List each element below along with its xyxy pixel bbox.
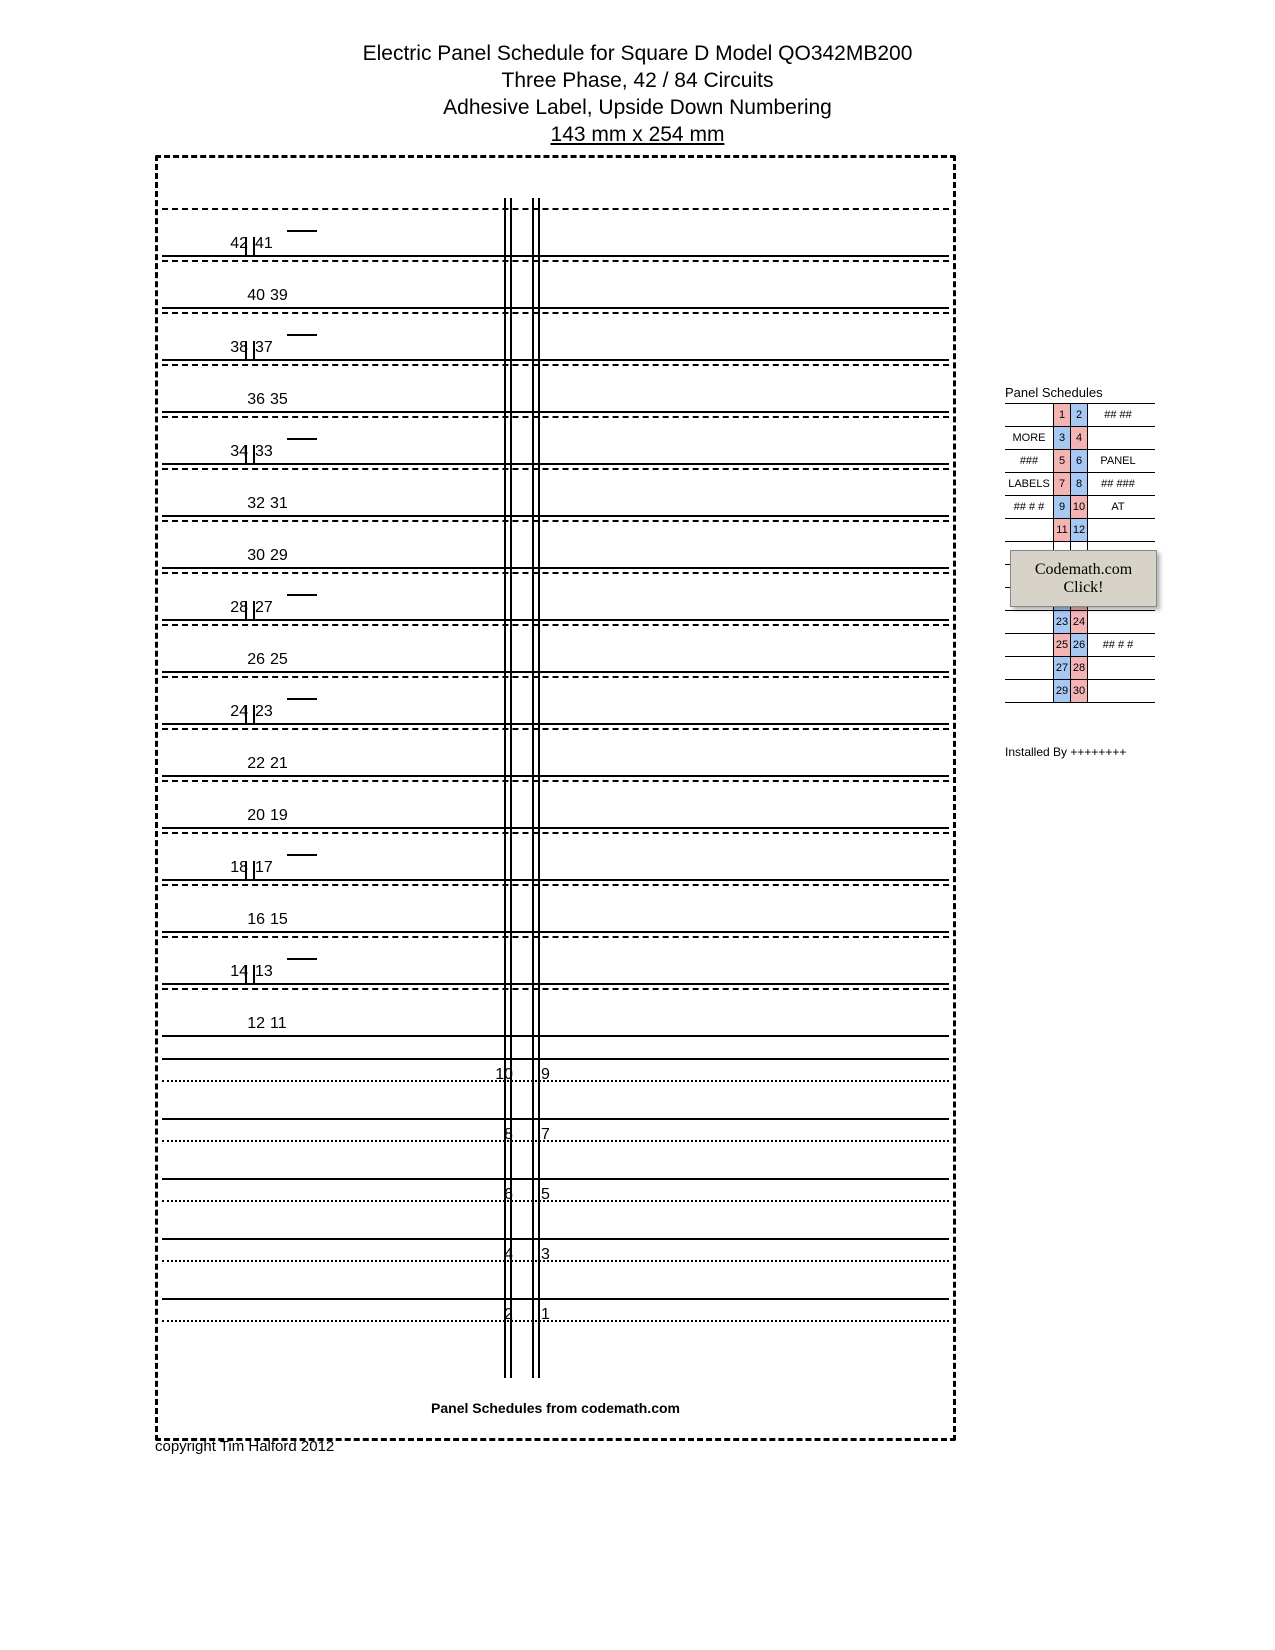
legend-row: 2728 bbox=[1005, 656, 1155, 679]
installed-by-text: Installed By ++++++++ bbox=[1005, 745, 1126, 759]
legend-cell bbox=[1088, 680, 1148, 702]
legend-row: 1112 bbox=[1005, 518, 1155, 541]
legend-cell: 2 bbox=[1071, 404, 1088, 426]
circuit-number: 9 bbox=[541, 1066, 569, 1084]
header-line1: Electric Panel Schedule for Square D Mod… bbox=[0, 40, 1275, 67]
legend-cell bbox=[1005, 519, 1054, 541]
circuit-row: 10 9 bbox=[162, 1038, 949, 1098]
legend-cell: 11 bbox=[1054, 519, 1071, 541]
legend-cell: ## # # bbox=[1088, 634, 1148, 656]
circuit-number: 3 bbox=[541, 1246, 569, 1264]
circuit-number: 7 bbox=[541, 1126, 569, 1144]
legend-cell: MORE bbox=[1005, 427, 1054, 449]
promo-line1: Codemath.com bbox=[1035, 561, 1132, 579]
legend-cell: 30 bbox=[1071, 680, 1088, 702]
legend-row: MORE34 bbox=[1005, 426, 1155, 449]
legend-cell: 5 bbox=[1054, 450, 1071, 472]
legend-row: 2930 bbox=[1005, 679, 1155, 703]
legend-cell: PANEL bbox=[1088, 450, 1148, 472]
legend-cell: 23 bbox=[1054, 611, 1071, 633]
label-footer: Panel Schedules from codemath.com bbox=[158, 1400, 953, 1416]
legend-cell: 12 bbox=[1071, 519, 1088, 541]
legend-cell: 3 bbox=[1054, 427, 1071, 449]
legend-row: 2526## # # bbox=[1005, 633, 1155, 656]
legend-cell: 24 bbox=[1071, 611, 1088, 633]
circuit-row: 87 bbox=[162, 1098, 949, 1158]
legend-cell: AT bbox=[1088, 496, 1148, 518]
circuit-number: 8 bbox=[485, 1126, 513, 1144]
circuit-number: 1 bbox=[541, 1306, 569, 1324]
legend-row: ## # #910AT bbox=[1005, 495, 1155, 518]
legend-row: 12## ## bbox=[1005, 403, 1155, 426]
legend-cell: ## # # bbox=[1005, 496, 1054, 518]
legend-cell: 25 bbox=[1054, 634, 1071, 656]
header-line4: 143 mm x 254 mm bbox=[0, 121, 1275, 148]
legend-cell bbox=[1088, 519, 1148, 541]
legend-row: LABELS78## ### bbox=[1005, 472, 1155, 495]
legend-cell: 6 bbox=[1071, 450, 1088, 472]
circuit-row: 12 11 bbox=[162, 1004, 949, 1037]
promo-line2: Click! bbox=[1064, 579, 1104, 597]
legend-cell: 26 bbox=[1071, 634, 1088, 656]
legend-cell bbox=[1005, 634, 1054, 656]
legend-cell: ### bbox=[1005, 450, 1054, 472]
legend-cell: LABELS bbox=[1005, 473, 1054, 495]
header-line2: Three Phase, 42 / 84 Circuits bbox=[0, 67, 1275, 94]
legend-cell bbox=[1005, 611, 1054, 633]
legend-cell: 10 bbox=[1071, 496, 1088, 518]
circuit-number: 12 bbox=[237, 1015, 265, 1033]
copyright-text: copyright Tim Halford 2012 bbox=[155, 1438, 334, 1455]
circuit-row: 43 bbox=[162, 1218, 949, 1278]
circuit-row: 65 bbox=[162, 1158, 949, 1218]
circuit-number: 4 bbox=[485, 1246, 513, 1264]
header-line3: Adhesive Label, Upside Down Numbering bbox=[0, 94, 1275, 121]
circuit-number: 5 bbox=[541, 1186, 569, 1204]
circuit-number: 10 bbox=[485, 1066, 513, 1084]
legend-cell bbox=[1088, 427, 1148, 449]
legend-cell bbox=[1005, 657, 1054, 679]
legend-cell bbox=[1005, 404, 1054, 426]
page-header: Electric Panel Schedule for Square D Mod… bbox=[0, 40, 1275, 148]
legend-cell: 4 bbox=[1071, 427, 1088, 449]
legend-cell: ## ### bbox=[1088, 473, 1148, 495]
label-frame: 4241403938373635343332313029282726252423… bbox=[155, 155, 956, 1441]
page-root: Electric Panel Schedule for Square D Mod… bbox=[0, 0, 1275, 1650]
legend-cell: 8 bbox=[1071, 473, 1088, 495]
circuit-number: 11 bbox=[270, 1015, 298, 1033]
legend-cell bbox=[1005, 680, 1054, 702]
legend-cell: 29 bbox=[1054, 680, 1071, 702]
legend-cell: 28 bbox=[1071, 657, 1088, 679]
legend-panel: Panel Schedules 12## ##MORE34###56PANELL… bbox=[1005, 385, 1155, 703]
legend-cell: ## ## bbox=[1088, 404, 1148, 426]
legend-cell: 1 bbox=[1054, 404, 1071, 426]
circuit-number: 2 bbox=[485, 1306, 513, 1324]
legend-title: Panel Schedules bbox=[1005, 385, 1155, 400]
legend-cell bbox=[1088, 611, 1148, 633]
promo-box[interactable]: Codemath.com Click! bbox=[1010, 550, 1157, 607]
legend-row: ###56PANEL bbox=[1005, 449, 1155, 472]
legend-cell bbox=[1088, 657, 1148, 679]
legend-cell: 7 bbox=[1054, 473, 1071, 495]
legend-row: 2324 bbox=[1005, 610, 1155, 633]
legend-cell: 27 bbox=[1054, 657, 1071, 679]
circuit-row: 21 bbox=[162, 1278, 949, 1338]
legend-cell: 9 bbox=[1054, 496, 1071, 518]
circuit-number: 6 bbox=[485, 1186, 513, 1204]
